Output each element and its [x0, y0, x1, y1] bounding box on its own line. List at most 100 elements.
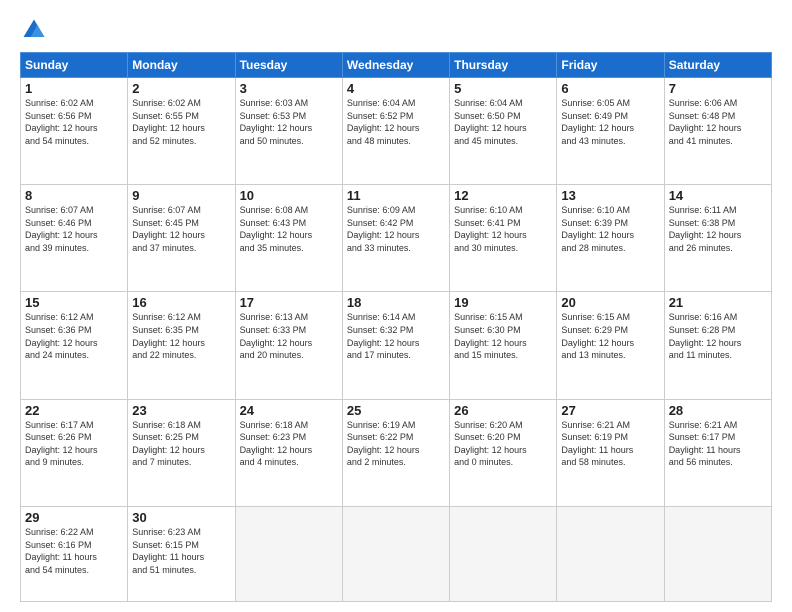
calendar-table: SundayMondayTuesdayWednesdayThursdayFrid… — [20, 52, 772, 602]
calendar-day-cell: 10Sunrise: 6:08 AM Sunset: 6:43 PM Dayli… — [235, 185, 342, 292]
calendar-day-cell — [342, 506, 449, 601]
day-info: Sunrise: 6:18 AM Sunset: 6:23 PM Dayligh… — [240, 419, 338, 469]
day-info: Sunrise: 6:07 AM Sunset: 6:45 PM Dayligh… — [132, 204, 230, 254]
day-number: 1 — [25, 81, 123, 96]
calendar-day-cell: 8Sunrise: 6:07 AM Sunset: 6:46 PM Daylig… — [21, 185, 128, 292]
calendar-day-cell: 11Sunrise: 6:09 AM Sunset: 6:42 PM Dayli… — [342, 185, 449, 292]
day-info: Sunrise: 6:14 AM Sunset: 6:32 PM Dayligh… — [347, 311, 445, 361]
header — [20, 16, 772, 44]
day-number: 21 — [669, 295, 767, 310]
day-info: Sunrise: 6:21 AM Sunset: 6:19 PM Dayligh… — [561, 419, 659, 469]
day-info: Sunrise: 6:05 AM Sunset: 6:49 PM Dayligh… — [561, 97, 659, 147]
calendar-day-cell: 17Sunrise: 6:13 AM Sunset: 6:33 PM Dayli… — [235, 292, 342, 399]
day-number: 24 — [240, 403, 338, 418]
day-number: 7 — [669, 81, 767, 96]
day-number: 15 — [25, 295, 123, 310]
day-info: Sunrise: 6:10 AM Sunset: 6:41 PM Dayligh… — [454, 204, 552, 254]
day-number: 19 — [454, 295, 552, 310]
day-number: 12 — [454, 188, 552, 203]
day-number: 14 — [669, 188, 767, 203]
day-number: 28 — [669, 403, 767, 418]
calendar-header-row: SundayMondayTuesdayWednesdayThursdayFrid… — [21, 53, 772, 78]
day-info: Sunrise: 6:19 AM Sunset: 6:22 PM Dayligh… — [347, 419, 445, 469]
calendar-week-row: 1Sunrise: 6:02 AM Sunset: 6:56 PM Daylig… — [21, 78, 772, 185]
logo-icon — [20, 16, 48, 44]
calendar-day-cell: 28Sunrise: 6:21 AM Sunset: 6:17 PM Dayli… — [664, 399, 771, 506]
calendar-day-cell: 5Sunrise: 6:04 AM Sunset: 6:50 PM Daylig… — [450, 78, 557, 185]
calendar-day-cell: 7Sunrise: 6:06 AM Sunset: 6:48 PM Daylig… — [664, 78, 771, 185]
calendar-day-cell: 23Sunrise: 6:18 AM Sunset: 6:25 PM Dayli… — [128, 399, 235, 506]
calendar-week-row: 15Sunrise: 6:12 AM Sunset: 6:36 PM Dayli… — [21, 292, 772, 399]
calendar-day-cell: 1Sunrise: 6:02 AM Sunset: 6:56 PM Daylig… — [21, 78, 128, 185]
day-number: 26 — [454, 403, 552, 418]
calendar-day-cell: 4Sunrise: 6:04 AM Sunset: 6:52 PM Daylig… — [342, 78, 449, 185]
day-info: Sunrise: 6:17 AM Sunset: 6:26 PM Dayligh… — [25, 419, 123, 469]
day-number: 9 — [132, 188, 230, 203]
day-number: 16 — [132, 295, 230, 310]
calendar-day-cell: 18Sunrise: 6:14 AM Sunset: 6:32 PM Dayli… — [342, 292, 449, 399]
calendar-day-cell: 13Sunrise: 6:10 AM Sunset: 6:39 PM Dayli… — [557, 185, 664, 292]
calendar-day-cell: 15Sunrise: 6:12 AM Sunset: 6:36 PM Dayli… — [21, 292, 128, 399]
calendar-day-header: Friday — [557, 53, 664, 78]
calendar-day-cell: 14Sunrise: 6:11 AM Sunset: 6:38 PM Dayli… — [664, 185, 771, 292]
calendar-day-cell: 29Sunrise: 6:22 AM Sunset: 6:16 PM Dayli… — [21, 506, 128, 601]
day-info: Sunrise: 6:06 AM Sunset: 6:48 PM Dayligh… — [669, 97, 767, 147]
calendar-day-cell: 30Sunrise: 6:23 AM Sunset: 6:15 PM Dayli… — [128, 506, 235, 601]
day-info: Sunrise: 6:02 AM Sunset: 6:56 PM Dayligh… — [25, 97, 123, 147]
day-number: 3 — [240, 81, 338, 96]
day-info: Sunrise: 6:07 AM Sunset: 6:46 PM Dayligh… — [25, 204, 123, 254]
day-info: Sunrise: 6:03 AM Sunset: 6:53 PM Dayligh… — [240, 97, 338, 147]
day-info: Sunrise: 6:22 AM Sunset: 6:16 PM Dayligh… — [25, 526, 123, 576]
calendar-week-row: 22Sunrise: 6:17 AM Sunset: 6:26 PM Dayli… — [21, 399, 772, 506]
day-info: Sunrise: 6:08 AM Sunset: 6:43 PM Dayligh… — [240, 204, 338, 254]
calendar-day-cell: 2Sunrise: 6:02 AM Sunset: 6:55 PM Daylig… — [128, 78, 235, 185]
calendar-day-cell — [664, 506, 771, 601]
day-number: 11 — [347, 188, 445, 203]
day-number: 10 — [240, 188, 338, 203]
day-number: 2 — [132, 81, 230, 96]
calendar-week-row: 29Sunrise: 6:22 AM Sunset: 6:16 PM Dayli… — [21, 506, 772, 601]
day-number: 18 — [347, 295, 445, 310]
calendar-day-header: Wednesday — [342, 53, 449, 78]
calendar-day-header: Saturday — [664, 53, 771, 78]
day-info: Sunrise: 6:21 AM Sunset: 6:17 PM Dayligh… — [669, 419, 767, 469]
day-number: 6 — [561, 81, 659, 96]
calendar-week-row: 8Sunrise: 6:07 AM Sunset: 6:46 PM Daylig… — [21, 185, 772, 292]
day-info: Sunrise: 6:10 AM Sunset: 6:39 PM Dayligh… — [561, 204, 659, 254]
calendar-day-cell — [235, 506, 342, 601]
calendar-day-cell: 19Sunrise: 6:15 AM Sunset: 6:30 PM Dayli… — [450, 292, 557, 399]
day-number: 25 — [347, 403, 445, 418]
day-info: Sunrise: 6:04 AM Sunset: 6:52 PM Dayligh… — [347, 97, 445, 147]
calendar-day-header: Sunday — [21, 53, 128, 78]
day-info: Sunrise: 6:04 AM Sunset: 6:50 PM Dayligh… — [454, 97, 552, 147]
calendar-day-cell: 3Sunrise: 6:03 AM Sunset: 6:53 PM Daylig… — [235, 78, 342, 185]
day-number: 4 — [347, 81, 445, 96]
calendar-day-header: Thursday — [450, 53, 557, 78]
day-info: Sunrise: 6:18 AM Sunset: 6:25 PM Dayligh… — [132, 419, 230, 469]
day-info: Sunrise: 6:16 AM Sunset: 6:28 PM Dayligh… — [669, 311, 767, 361]
calendar-day-cell: 26Sunrise: 6:20 AM Sunset: 6:20 PM Dayli… — [450, 399, 557, 506]
calendar-day-cell: 20Sunrise: 6:15 AM Sunset: 6:29 PM Dayli… — [557, 292, 664, 399]
page: SundayMondayTuesdayWednesdayThursdayFrid… — [0, 0, 792, 612]
calendar-day-cell: 21Sunrise: 6:16 AM Sunset: 6:28 PM Dayli… — [664, 292, 771, 399]
calendar-day-cell: 9Sunrise: 6:07 AM Sunset: 6:45 PM Daylig… — [128, 185, 235, 292]
calendar-day-cell: 25Sunrise: 6:19 AM Sunset: 6:22 PM Dayli… — [342, 399, 449, 506]
calendar-day-cell: 12Sunrise: 6:10 AM Sunset: 6:41 PM Dayli… — [450, 185, 557, 292]
day-info: Sunrise: 6:13 AM Sunset: 6:33 PM Dayligh… — [240, 311, 338, 361]
calendar-day-cell: 16Sunrise: 6:12 AM Sunset: 6:35 PM Dayli… — [128, 292, 235, 399]
day-number: 27 — [561, 403, 659, 418]
day-number: 23 — [132, 403, 230, 418]
day-number: 30 — [132, 510, 230, 525]
day-number: 22 — [25, 403, 123, 418]
day-number: 5 — [454, 81, 552, 96]
calendar-day-header: Monday — [128, 53, 235, 78]
calendar-day-cell: 6Sunrise: 6:05 AM Sunset: 6:49 PM Daylig… — [557, 78, 664, 185]
calendar-day-header: Tuesday — [235, 53, 342, 78]
day-number: 8 — [25, 188, 123, 203]
day-number: 29 — [25, 510, 123, 525]
day-info: Sunrise: 6:23 AM Sunset: 6:15 PM Dayligh… — [132, 526, 230, 576]
day-info: Sunrise: 6:15 AM Sunset: 6:29 PM Dayligh… — [561, 311, 659, 361]
calendar-day-cell — [450, 506, 557, 601]
day-info: Sunrise: 6:20 AM Sunset: 6:20 PM Dayligh… — [454, 419, 552, 469]
day-number: 20 — [561, 295, 659, 310]
